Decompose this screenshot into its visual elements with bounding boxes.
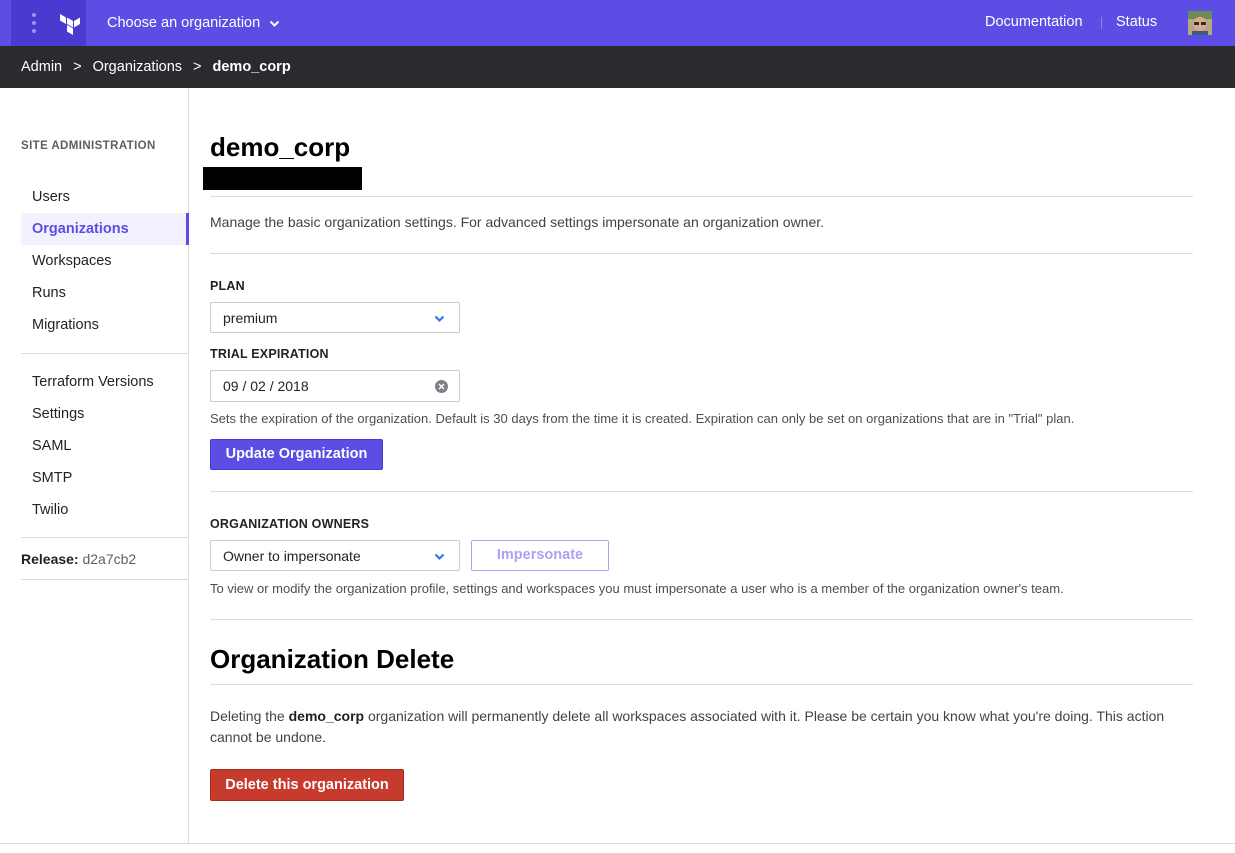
user-avatar[interactable] [1188, 11, 1212, 35]
trial-expiration-value: 09 / 02 / 2018 [223, 378, 309, 394]
plan-label: PLAN [210, 279, 245, 293]
sidebar-item-organizations[interactable]: Organizations [21, 213, 189, 245]
organization-chooser[interactable]: Choose an organization [107, 14, 280, 32]
trial-expiration-hint: Sets the expiration of the organization.… [210, 411, 1075, 426]
breadcrumb-separator: > [73, 59, 82, 75]
sidebar-heading: SITE ADMINISTRATION [21, 140, 156, 152]
organization-delete-heading: Organization Delete [210, 644, 455, 674]
update-organization-button[interactable]: Update Organization [210, 439, 383, 470]
delete-text-org: demo_corp [288, 708, 365, 724]
documentation-link[interactable]: Documentation [985, 14, 1083, 30]
trial-expiration-label: TRIAL EXPIRATION [210, 347, 329, 361]
impersonate-button[interactable]: Impersonate [471, 540, 609, 571]
sidebar-item-terraform-versions[interactable]: Terraform Versions [21, 366, 189, 398]
section-divider [210, 619, 1193, 620]
owner-select[interactable]: Owner to impersonate [210, 540, 460, 571]
sidebar-item-runs[interactable]: Runs [21, 277, 189, 309]
release-info: Release: d2a7cb2 [21, 551, 136, 567]
breadcrumb: Admin > Organizations > demo_corp [21, 59, 291, 75]
sidebar-item-twilio[interactable]: Twilio [21, 494, 189, 526]
breadcrumb-separator: > [193, 59, 202, 75]
delete-text-prefix: Deleting the [210, 708, 285, 724]
sidebar-divider [21, 537, 188, 538]
release-value: d2a7cb2 [82, 551, 137, 567]
vertical-dots-icon [32, 13, 36, 33]
breadcrumb-bar: Admin > Organizations > demo_corp [0, 46, 1235, 88]
top-navigation-bar: Choose an organization Documentation Sta… [0, 0, 1235, 46]
sidebar-item-smtp[interactable]: SMTP [21, 462, 189, 494]
section-divider [210, 253, 1193, 254]
section-divider [210, 491, 1193, 492]
plan-select-value: premium [223, 310, 278, 326]
breadcrumb-organizations[interactable]: Organizations [93, 59, 182, 75]
chevron-down-icon [269, 20, 280, 27]
sidebar-item-settings[interactable]: Settings [21, 398, 189, 430]
clear-date-icon[interactable] [435, 380, 448, 393]
page-title: demo_corp [210, 132, 351, 162]
plan-select[interactable]: premium [210, 302, 460, 333]
nav-divider [1101, 17, 1102, 29]
sidebar-group-settings: Terraform Versions Settings SAML SMTP Tw… [21, 366, 189, 526]
section-divider [210, 684, 1193, 685]
sidebar: SITE ADMINISTRATION Users Organizations … [0, 88, 189, 843]
sidebar-item-users[interactable]: Users [21, 181, 189, 213]
sidebar-item-workspaces[interactable]: Workspaces [21, 245, 189, 277]
sidebar-item-migrations[interactable]: Migrations [21, 309, 189, 341]
redacted-block [203, 167, 362, 190]
app-menu-button[interactable] [11, 0, 86, 46]
avatar-image [1188, 11, 1212, 35]
breadcrumb-current: demo_corp [212, 59, 291, 75]
organization-chooser-label: Choose an organization [107, 15, 261, 31]
intro-text: Manage the basic organization settings. … [210, 214, 825, 230]
sidebar-item-saml[interactable]: SAML [21, 430, 189, 462]
section-divider [210, 196, 1193, 197]
owner-select-placeholder: Owner to impersonate [223, 548, 361, 564]
organization-owners-hint: To view or modify the organization profi… [210, 581, 1064, 596]
trial-expiration-date-input[interactable]: 09 / 02 / 2018 [210, 370, 460, 402]
sidebar-divider [21, 353, 188, 354]
sidebar-divider [21, 579, 188, 580]
terraform-logo-icon [60, 14, 80, 35]
sidebar-group-primary: Users Organizations Workspaces Runs Migr… [21, 181, 189, 341]
chevron-down-icon [434, 315, 445, 323]
footer-divider [0, 843, 1235, 844]
breadcrumb-admin[interactable]: Admin [21, 59, 62, 75]
organization-owners-label: ORGANIZATION OWNERS [210, 517, 370, 531]
status-link[interactable]: Status [1116, 14, 1157, 30]
chevron-down-icon [434, 553, 445, 561]
delete-organization-button[interactable]: Delete this organization [210, 769, 404, 801]
release-label: Release: [21, 551, 79, 567]
delete-warning-text: Deleting the demo_corp organization will… [210, 706, 1180, 748]
